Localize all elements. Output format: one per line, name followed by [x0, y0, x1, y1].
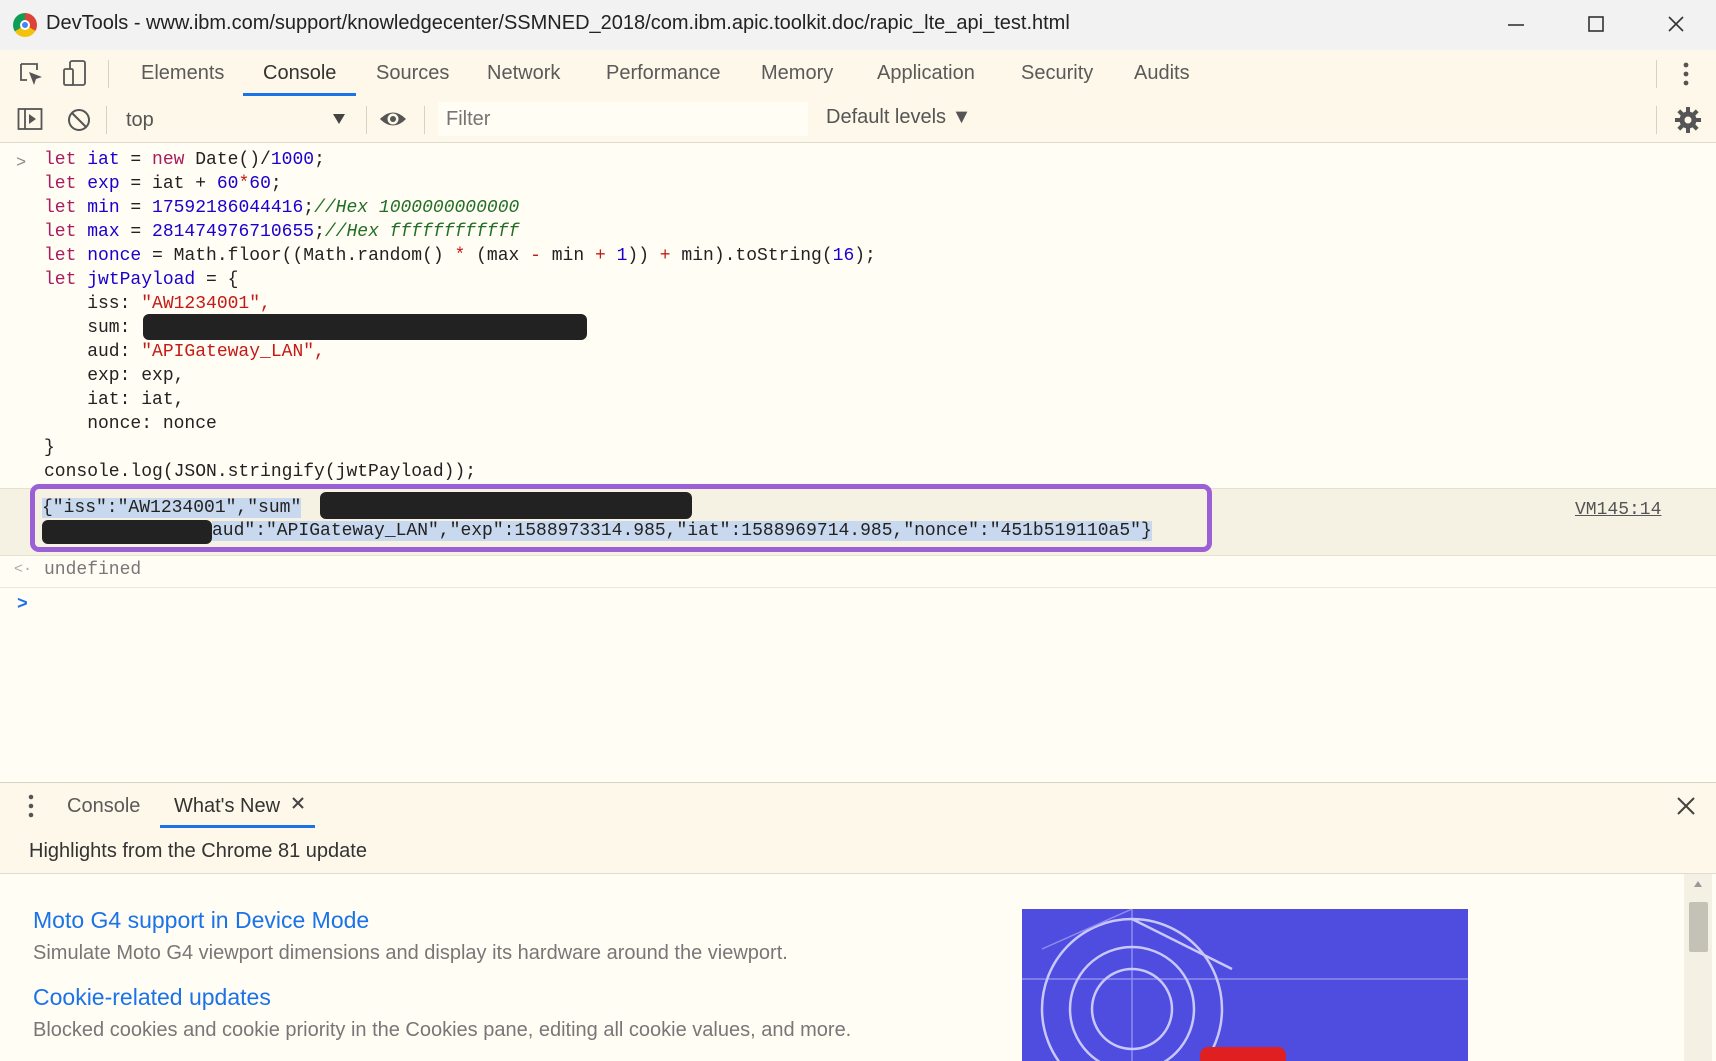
- toolbar-divider: [106, 106, 107, 134]
- scrollbar-thumb[interactable]: [1689, 902, 1708, 952]
- devtools-tab-bar: Elements Console Sources Network Perform…: [0, 50, 1716, 98]
- active-tab-indicator: [243, 93, 356, 96]
- scroll-up-arrow-icon: [1694, 881, 1702, 887]
- code-line: }: [44, 438, 55, 458]
- feature-description: Blocked cookies and cookie priority in t…: [33, 1019, 852, 1041]
- minimize-icon: [1508, 24, 1524, 26]
- device-toolbar-button[interactable]: [62, 59, 88, 92]
- code-line: iat: iat,: [44, 390, 185, 410]
- tab-application[interactable]: Application: [877, 50, 975, 97]
- whats-new-title: Highlights from the Chrome 81 update: [29, 840, 367, 862]
- highlight-annotation-box: [30, 484, 1212, 552]
- close-window-button[interactable]: [1646, 4, 1706, 44]
- toolbar-divider: [1656, 106, 1657, 134]
- show-sidebar-button[interactable]: [17, 107, 43, 136]
- tab-performance[interactable]: Performance: [606, 50, 721, 97]
- console-result-row: <· undefined: [0, 555, 1716, 588]
- drawer-scrollbar[interactable]: [1684, 874, 1712, 1061]
- tab-elements[interactable]: Elements: [141, 50, 224, 97]
- live-expression-button[interactable]: [378, 107, 408, 136]
- code-line: let nonce = Math.floor((Math.random() * …: [44, 246, 876, 266]
- maximize-icon: [1588, 16, 1604, 32]
- code-line: let jwtPayload = {: [44, 270, 239, 290]
- inspect-cursor-icon: [20, 63, 42, 85]
- context-value: top: [126, 109, 154, 131]
- drawer-tab-console[interactable]: Console: [67, 783, 140, 830]
- result-value: undefined: [44, 560, 142, 580]
- more-vertical-icon: [28, 794, 34, 818]
- tab-audits[interactable]: Audits: [1134, 50, 1190, 97]
- result-arrow-icon: <·: [14, 561, 33, 578]
- tab-memory[interactable]: Memory: [761, 50, 833, 97]
- device-mode-icon: [63, 60, 86, 86]
- window-title: DevTools - www.ibm.com/support/knowledge…: [46, 12, 1070, 34]
- toolbar-divider: [108, 60, 109, 88]
- console-output[interactable]: > let iat = new Date()/1000; let exp = i…: [0, 143, 1716, 782]
- tab-sources[interactable]: Sources: [376, 50, 449, 97]
- chrome-logo-icon: [13, 13, 37, 37]
- close-drawer-button[interactable]: [1675, 795, 1697, 822]
- code-line: let max = 281474976710655;//Hex ffffffff…: [44, 222, 520, 242]
- minimize-button[interactable]: [1486, 4, 1546, 44]
- filter-input[interactable]: [438, 102, 808, 136]
- console-settings-button[interactable]: [1674, 106, 1702, 139]
- redacted-value: [143, 314, 587, 340]
- close-whats-new-button[interactable]: [290, 795, 306, 816]
- code-line: console.log(JSON.stringify(jwtPayload));: [44, 462, 477, 482]
- drawer-tab-bar: Console What's New: [0, 782, 1716, 831]
- prompt-chevron-icon: >: [17, 595, 28, 615]
- code-line: sum:: [44, 318, 142, 338]
- feature-link-cookie-updates[interactable]: Cookie-related updates: [33, 984, 271, 1011]
- code-line: exp: exp,: [44, 366, 185, 386]
- source-link[interactable]: VM145:14: [1575, 498, 1661, 522]
- clear-circle-icon: [68, 109, 90, 131]
- code-line: aud: "APIGateway_LAN",: [44, 342, 325, 362]
- active-drawer-tab-indicator: [160, 825, 315, 828]
- close-icon: [292, 797, 304, 809]
- toolbar-divider: [366, 106, 367, 134]
- feature-description: Simulate Moto G4 viewport dimensions and…: [33, 942, 788, 964]
- whats-new-header: Highlights from the Chrome 81 update: [0, 830, 1716, 874]
- tab-console[interactable]: Console: [263, 50, 336, 97]
- input-echo-chevron-icon: >: [16, 154, 27, 173]
- context-selector[interactable]: top: [118, 103, 356, 135]
- tab-network[interactable]: Network: [487, 50, 560, 97]
- toolbar-divider: [1656, 60, 1657, 88]
- code-line: let exp = iat + 60*60;: [44, 174, 282, 194]
- customize-menu-button[interactable]: [1680, 60, 1692, 93]
- gear-icon: [1675, 107, 1701, 133]
- code-line: nonce: nonce: [44, 414, 217, 434]
- code-line: let iat = new Date()/1000;: [44, 150, 325, 170]
- log-levels-dropdown[interactable]: Default levels ▼: [826, 106, 971, 129]
- close-icon: [1668, 16, 1684, 32]
- console-prompt-row[interactable]: >: [0, 588, 1716, 624]
- code-line: iss: "AW1234001",: [44, 294, 271, 314]
- sidebar-toggle-icon: [17, 108, 43, 130]
- drawer-menu-button[interactable]: [26, 793, 36, 824]
- dropdown-arrow-icon: [333, 114, 345, 124]
- toolbar-divider: [424, 106, 425, 134]
- drawer-tab-whats-new[interactable]: What's New: [174, 783, 280, 830]
- chrome-81-illustration: [1022, 909, 1468, 1061]
- clear-console-button[interactable]: [66, 107, 92, 138]
- tab-security[interactable]: Security: [1021, 50, 1093, 97]
- promo-image: [1022, 909, 1468, 1061]
- window-title-bar: DevTools - www.ibm.com/support/knowledge…: [0, 0, 1716, 50]
- more-vertical-icon: [1683, 62, 1689, 86]
- maximize-button[interactable]: [1566, 4, 1626, 44]
- inspect-element-button[interactable]: [18, 61, 44, 92]
- close-icon: [1677, 797, 1695, 815]
- feature-link-moto-g4[interactable]: Moto G4 support in Device Mode: [33, 907, 369, 934]
- eye-icon: [380, 112, 406, 126]
- console-toolbar: top Default levels ▼: [0, 97, 1716, 143]
- code-line: let min = 17592186044416;//Hex 100000000…: [44, 198, 520, 218]
